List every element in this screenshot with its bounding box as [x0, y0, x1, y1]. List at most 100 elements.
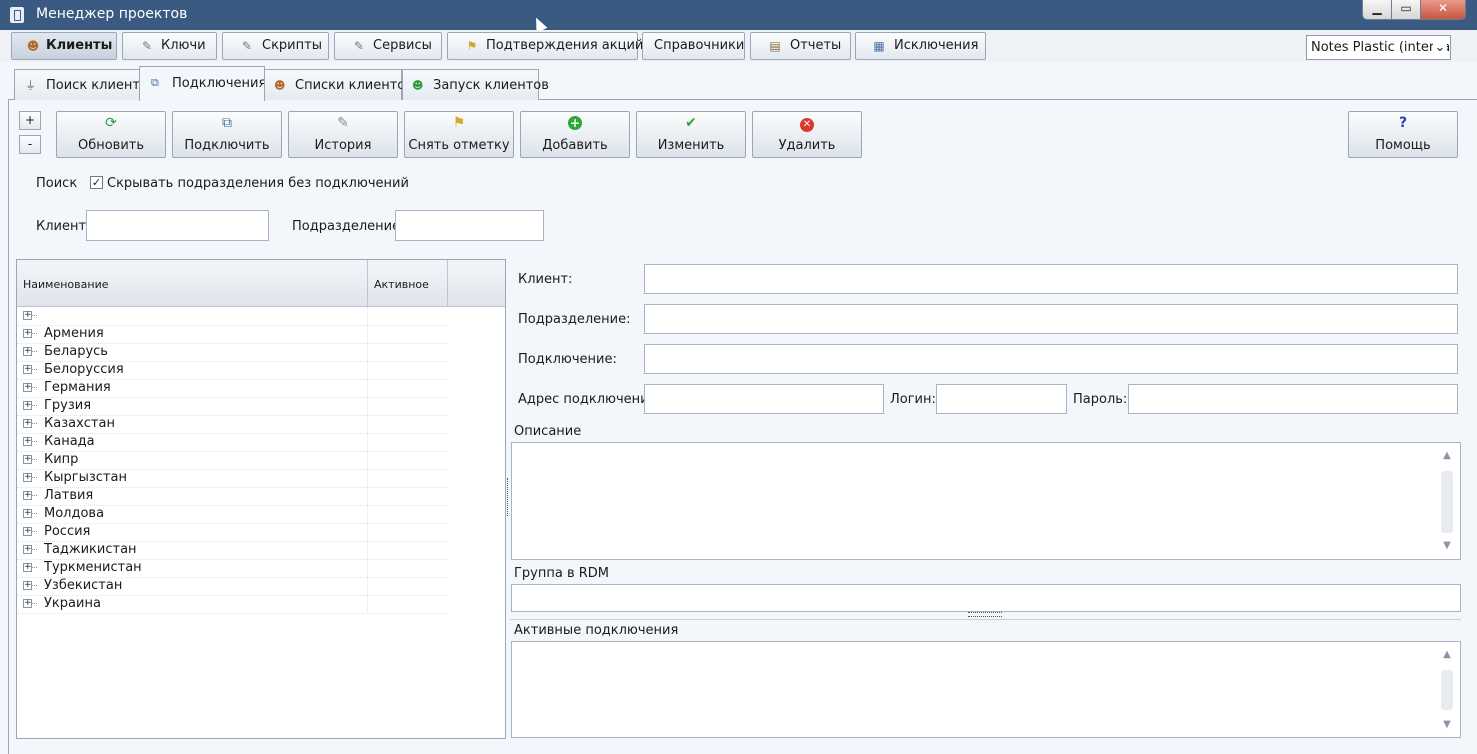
- tab-exceptions[interactable]: ▦ Исключения: [855, 32, 986, 60]
- tree-row-active-cell: [367, 559, 448, 577]
- tree-row[interactable]: + Латвия: [17, 487, 447, 506]
- tab-reference-books[interactable]: Справочники: [642, 32, 745, 60]
- tree-row-name: Украина: [44, 596, 101, 611]
- tree-row[interactable]: + Молдова: [17, 505, 447, 524]
- detail-client-field[interactable]: [644, 264, 1458, 294]
- scroll-up-icon[interactable]: ▲: [1441, 451, 1453, 461]
- tree-connector: [32, 567, 37, 568]
- horizontal-splitter[interactable]: [968, 612, 1002, 617]
- delete-button[interactable]: ✕ Удалить: [752, 111, 862, 158]
- tree-row-name: Таджикистан: [44, 542, 137, 557]
- expand-node-icon[interactable]: +: [23, 401, 32, 410]
- expand-node-icon[interactable]: +: [23, 491, 32, 500]
- detail-division-field[interactable]: [644, 304, 1458, 334]
- expand-node-icon[interactable]: +: [23, 509, 32, 518]
- detail-address-field[interactable]: [644, 384, 884, 414]
- detail-login-field[interactable]: [936, 384, 1067, 414]
- expand-node-icon[interactable]: +: [23, 545, 32, 554]
- scroll-down-icon[interactable]: ▼: [1441, 541, 1453, 551]
- tree-row[interactable]: + Кипр: [17, 451, 447, 470]
- expand-node-icon[interactable]: +: [23, 563, 32, 572]
- refresh-button[interactable]: ⟳ Обновить: [56, 111, 166, 158]
- tree-row[interactable]: + Грузия: [17, 397, 447, 416]
- tree-connector: [32, 315, 37, 316]
- close-button[interactable]: ✕: [1420, 0, 1466, 20]
- tab-services[interactable]: ✎ Сервисы: [334, 32, 442, 60]
- expand-node-icon[interactable]: +: [23, 473, 32, 482]
- expand-node-icon[interactable]: +: [23, 581, 32, 590]
- tab-scripts[interactable]: ✎ Скрипты: [222, 32, 329, 60]
- tree-row[interactable]: + Казахстан: [17, 415, 447, 434]
- tree-row[interactable]: + Кыргызстан: [17, 469, 447, 488]
- detail-password-field[interactable]: [1128, 384, 1458, 414]
- description-scrollbar[interactable]: ▲ ▼: [1434, 443, 1460, 559]
- active-connections-scrollbar[interactable]: ▲ ▼: [1434, 642, 1460, 737]
- database-select[interactable]: Notes Plastic (interna ⌄: [1306, 35, 1451, 60]
- tab-client-launch[interactable]: ☻ Запуск клиентов: [402, 69, 549, 100]
- delete-icon: ✕: [753, 115, 861, 132]
- detail-connection-field[interactable]: [644, 344, 1458, 374]
- client-filter-input[interactable]: [86, 210, 269, 241]
- tab-connections[interactable]: ⧉ Подключения: [139, 66, 266, 101]
- help-icon: ?: [1398, 115, 1408, 131]
- tree-row[interactable]: + Россия: [17, 523, 447, 542]
- tree-row[interactable]: +: [17, 307, 447, 326]
- column-header-active[interactable]: Активное: [374, 278, 429, 291]
- edit-button[interactable]: ✔ Изменить: [636, 111, 746, 158]
- tree-connector: [32, 423, 37, 424]
- tab-label: Справочники: [654, 38, 745, 53]
- expand-node-icon[interactable]: +: [23, 455, 32, 464]
- tree-row-active-cell: [367, 379, 448, 397]
- tree-row[interactable]: + Туркменистан: [17, 559, 447, 578]
- add-button[interactable]: + Добавить: [520, 111, 630, 158]
- tree-connector: [32, 387, 37, 388]
- tree-row[interactable]: + Германия: [17, 379, 447, 398]
- collapse-all-button[interactable]: -: [19, 135, 41, 154]
- scroll-thumb[interactable]: [1441, 670, 1453, 710]
- expand-node-icon[interactable]: +: [23, 599, 32, 608]
- expand-node-icon[interactable]: +: [23, 311, 32, 320]
- column-header-name[interactable]: Наименование: [23, 278, 108, 291]
- maximize-button[interactable]: ▭: [1391, 0, 1421, 20]
- help-button[interactable]: ? Помощь: [1348, 111, 1458, 158]
- button-label: Добавить: [542, 138, 608, 153]
- unmark-button[interactable]: ⚑ Снять отметку: [404, 111, 514, 158]
- connect-button[interactable]: ⧉ Подключить: [172, 111, 282, 158]
- tree-row[interactable]: + Таджикистан: [17, 541, 447, 560]
- tab-client-search[interactable]: ⏚ Поиск клиента: [14, 69, 148, 100]
- tree-row[interactable]: + Армения: [17, 325, 447, 344]
- tab-client-lists[interactable]: ☻ Списки клиентов: [264, 69, 413, 100]
- division-filter-input[interactable]: [395, 210, 544, 241]
- tab-reports[interactable]: ▤ Отчеты: [750, 32, 851, 60]
- expand-node-icon[interactable]: +: [23, 419, 32, 428]
- tab-keys[interactable]: ✎ Ключи: [122, 32, 217, 60]
- scroll-thumb[interactable]: [1441, 471, 1453, 533]
- tree-row[interactable]: + Украина: [17, 595, 447, 614]
- expand-node-icon[interactable]: +: [23, 437, 32, 446]
- tree-row[interactable]: + Беларусь: [17, 343, 447, 362]
- expand-node-icon[interactable]: +: [23, 383, 32, 392]
- description-textarea[interactable]: ▲ ▼: [511, 442, 1461, 560]
- tree-row-name: Армения: [44, 326, 104, 341]
- expand-node-icon[interactable]: +: [23, 365, 32, 374]
- tab-clients[interactable]: ☻ Клиенты: [11, 32, 117, 60]
- history-button[interactable]: ✎ История: [288, 111, 398, 158]
- tree-row[interactable]: + Узбекистан: [17, 577, 447, 596]
- active-connections-list[interactable]: ▲ ▼: [511, 641, 1461, 738]
- tab-promo-confirmations[interactable]: ⚑ Подтверждения акций: [447, 32, 643, 60]
- tree-row-name: Беларусь: [44, 344, 108, 359]
- expand-node-icon[interactable]: +: [23, 527, 32, 536]
- grid-icon: ▦: [873, 39, 885, 53]
- hide-empty-divisions-checkbox[interactable]: ✓: [90, 176, 103, 189]
- scroll-down-icon[interactable]: ▼: [1441, 720, 1453, 730]
- tree-row[interactable]: + Белоруссия: [17, 361, 447, 380]
- broom-icon: ⚑: [466, 39, 478, 53]
- tree-row[interactable]: + Канада: [17, 433, 447, 452]
- minimize-button[interactable]: ▁: [1362, 0, 1392, 20]
- scroll-up-icon[interactable]: ▲: [1441, 650, 1453, 660]
- expand-node-icon[interactable]: +: [23, 347, 32, 356]
- expand-all-button[interactable]: +: [19, 111, 41, 130]
- window-title: Менеджер проектов: [36, 6, 188, 22]
- rdm-group-field[interactable]: [511, 584, 1461, 612]
- expand-node-icon[interactable]: +: [23, 329, 32, 338]
